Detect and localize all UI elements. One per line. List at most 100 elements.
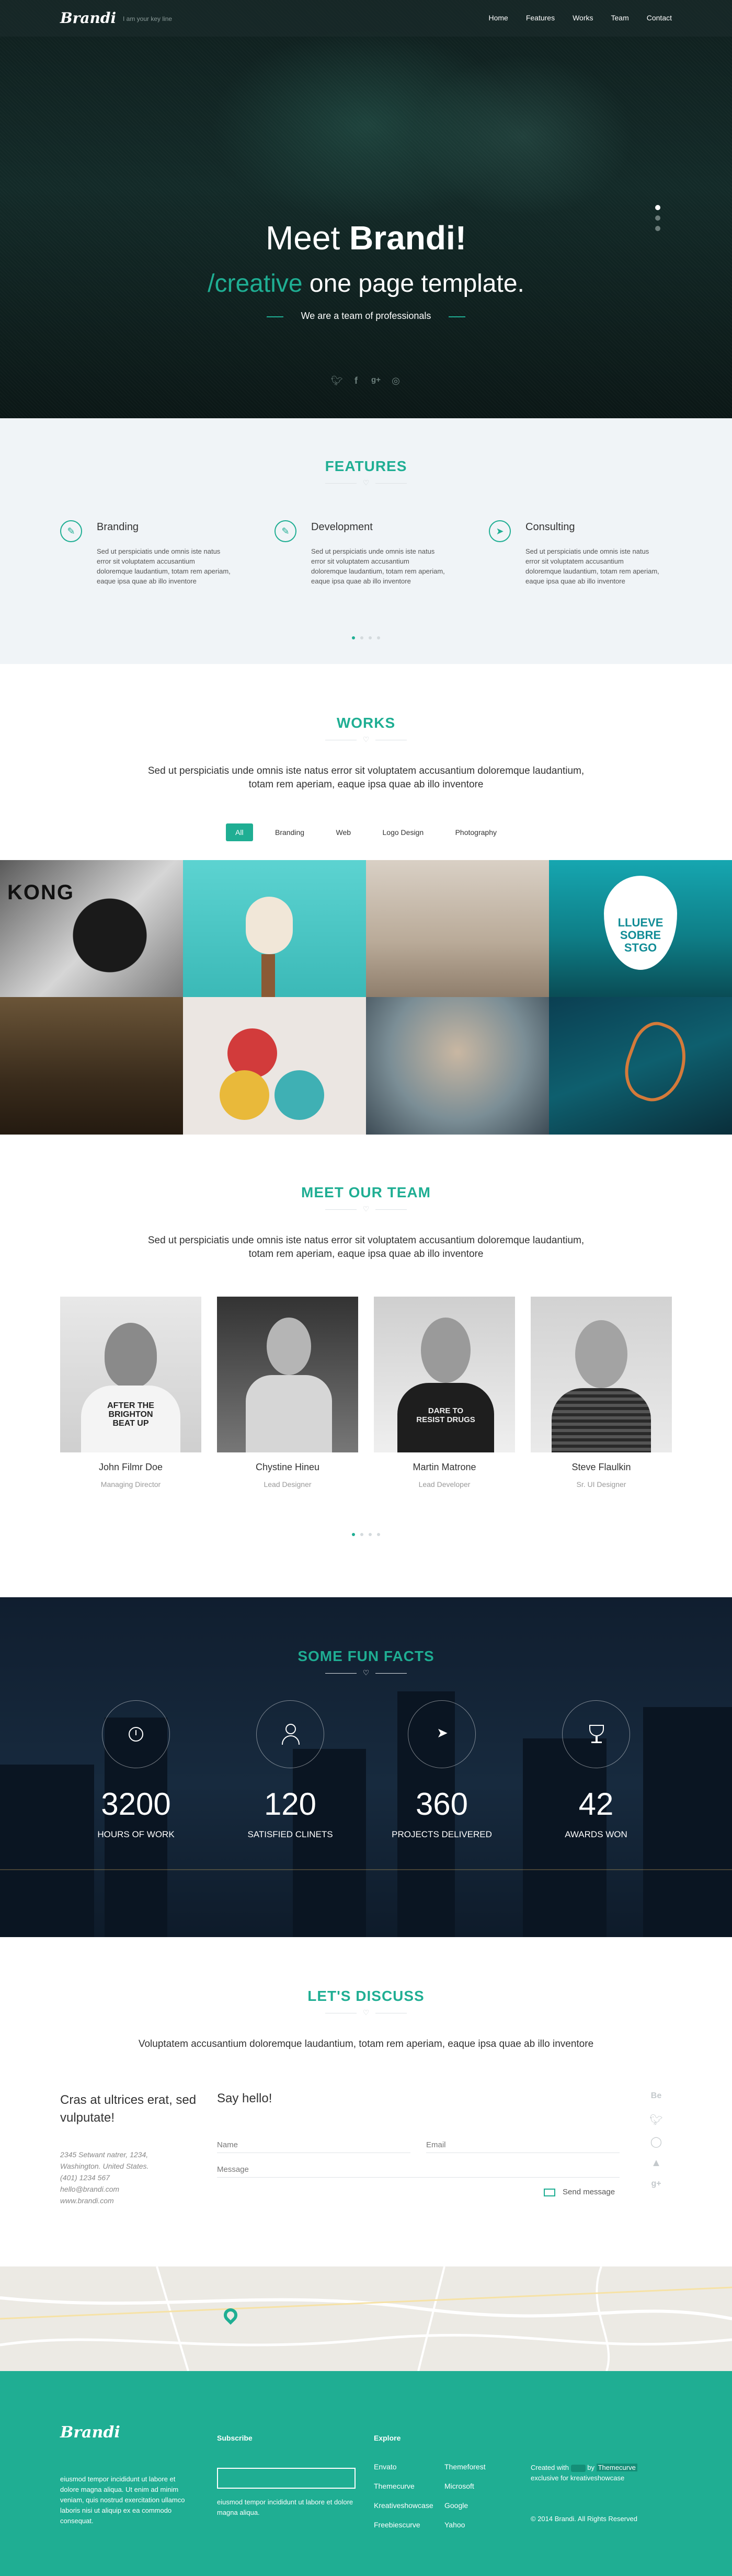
fact-hours: 3200 HOURS OF WORK — [84, 1700, 188, 1840]
name-field[interactable]: Name — [217, 2137, 410, 2153]
page: Brandi I am your key line Home Features … — [0, 0, 732, 2576]
portfolio-item-soldiers[interactable] — [0, 997, 183, 1135]
feature-title: Development — [311, 521, 373, 533]
feature-text: Sed ut perspiciatis unde omnis iste natu… — [97, 547, 231, 585]
portfolio-item-dragon[interactable] — [549, 997, 732, 1135]
feature-text: Sed ut perspiciatis unde omnis iste natu… — [525, 547, 659, 585]
building-shape — [0, 1765, 94, 1937]
footer-link[interactable]: Themeforest — [444, 2463, 486, 2471]
pager-dot[interactable] — [377, 636, 380, 639]
hero-subtitle-rest: one page template. — [302, 270, 524, 297]
logo[interactable]: Brandi — [60, 9, 116, 27]
portfolio-item-pelican[interactable] — [183, 860, 366, 997]
twitter-icon[interactable]: 🐦︎ — [648, 2113, 664, 2135]
team-member[interactable]: Chystine Hineu Lead Designer — [217, 1297, 358, 1489]
tagline: I am your key line — [123, 15, 173, 22]
footer-logo[interactable]: Brandi — [60, 2423, 120, 2442]
facebook-icon[interactable]: f — [351, 375, 361, 386]
filter-web[interactable]: Web — [327, 823, 361, 841]
discuss-title: LET'S DISCUSS — [307, 1988, 425, 2004]
features-title: FEATURES — [325, 458, 407, 474]
subscribe-input[interactable] — [217, 2468, 356, 2489]
filter-branding[interactable]: Branding — [266, 823, 314, 841]
team-member[interactable]: DARE TO RESIST DRUGS Martin Matrone Lead… — [374, 1297, 515, 1489]
rocket-icon: ➤ — [408, 1700, 476, 1768]
team-pager — [0, 1529, 732, 1539]
filter-all[interactable]: All — [226, 823, 253, 841]
nav-link-team[interactable]: Team — [611, 14, 629, 22]
portfolio-item-kong[interactable]: KONG — [0, 860, 183, 997]
filter-logo-design[interactable]: Logo Design — [373, 823, 433, 841]
slider-dot[interactable] — [655, 226, 660, 231]
google-plus-icon[interactable]: g+ — [648, 2179, 664, 2201]
dribbble-icon[interactable]: ◯ — [648, 2135, 664, 2157]
robot-shape — [274, 1070, 324, 1120]
team-lead-2: totam rem aperiam, eaque ipsa quae ab il… — [248, 1249, 484, 1260]
pinterest-icon[interactable]: ◎ — [391, 375, 401, 386]
website-link[interactable]: www.brandi.com — [60, 2195, 148, 2206]
map[interactable] — [0, 2266, 732, 2371]
shirt-text: DARE TO RESIST DRUGS — [416, 1406, 475, 1424]
portfolio-item-poster[interactable]: LLUEVE SOBRE STGO — [549, 860, 732, 997]
pager-dot[interactable] — [369, 1533, 372, 1536]
footer-link[interactable]: Freebiescurve — [374, 2521, 420, 2529]
member-name: Chystine Hineu — [255, 1462, 320, 1472]
envelope-icon — [544, 2188, 555, 2196]
nav-link-works[interactable]: Works — [573, 14, 593, 22]
hero-title-bold: Brandi! — [349, 219, 467, 257]
pager-dot[interactable] — [360, 1533, 363, 1536]
send-message-button[interactable]: Send message — [544, 2188, 615, 2196]
footer-about: eiusmod tempor incididunt ut labore et d… — [60, 2475, 185, 2525]
twitter-icon[interactable]: 🐦︎ — [331, 375, 343, 386]
portfolio-item-portrait[interactable] — [366, 997, 549, 1135]
pager-dot[interactable] — [360, 636, 363, 639]
filter-photography[interactable]: Photography — [446, 823, 506, 841]
fact-value: 360 — [415, 1787, 468, 1822]
nav-link-home[interactable]: Home — [488, 14, 508, 22]
portfolio-grid: KONG LLUEVE SOBRE STGO — [0, 860, 732, 1135]
footer-link[interactable]: Yahoo — [444, 2521, 465, 2529]
robot-shape — [220, 1070, 269, 1120]
email-link[interactable]: hello@brandi.com — [60, 2183, 148, 2195]
poster-line-3: STGO — [624, 941, 657, 954]
address-line: 2345 Setwant natrer, 1234, — [60, 2150, 148, 2159]
address-line: Washington. United States. — [60, 2162, 149, 2170]
portfolio-item-rocks[interactable] — [366, 860, 549, 997]
behance-icon[interactable]: Be — [648, 2091, 664, 2113]
email-field[interactable]: Email — [426, 2137, 620, 2153]
footer-link[interactable]: Envato — [374, 2463, 397, 2471]
nav-link-features[interactable]: Features — [526, 14, 555, 22]
footer-link[interactable]: Themecurve — [374, 2482, 415, 2490]
heart-icon: ♡ — [0, 1205, 732, 1213]
slider-dot[interactable] — [655, 215, 660, 221]
pencil-icon: ✎ — [60, 520, 82, 542]
themecurve-link[interactable]: Themecurve — [596, 2464, 637, 2471]
avatar: AFTER THE BRIGHTON BEAT UP — [60, 1297, 201, 1452]
navbar: Brandi I am your key line Home Features … — [0, 0, 732, 37]
footer-link[interactable]: Google — [444, 2501, 468, 2510]
footer-link[interactable]: Microsoft — [444, 2482, 474, 2490]
hero-subtitle: /creative one page template. — [0, 269, 732, 298]
hero-section: Brandi I am your key line Home Features … — [0, 0, 732, 418]
footer-link[interactable]: Kreativeshowcase — [374, 2501, 433, 2510]
pager-dot[interactable] — [352, 636, 355, 639]
portfolio-item-robots[interactable] — [183, 997, 366, 1135]
pager-dot[interactable] — [369, 636, 372, 639]
features-section — [0, 418, 732, 664]
google-plus-icon[interactable]: g+ — [371, 375, 381, 386]
team-member[interactable]: AFTER THE BRIGHTON BEAT UP John Filmr Do… — [60, 1297, 201, 1489]
avatar: DARE TO RESIST DRUGS — [374, 1297, 515, 1452]
hero-subtitle-accent: /creative — [208, 270, 303, 297]
flickr-icon[interactable]: ▲ — [648, 2157, 664, 2179]
map-roads — [0, 2266, 732, 2371]
nav-link-contact[interactable]: Contact — [647, 14, 672, 22]
message-field[interactable]: Message — [217, 2162, 620, 2178]
fact-clients: 120 SATISFIED CLINETS — [238, 1700, 342, 1840]
hero-socials: 🐦︎ f g+ ◎ — [0, 375, 732, 386]
team-member[interactable]: Steve Flaulkin Sr. UI Designer — [531, 1297, 672, 1489]
fact-value: 3200 — [101, 1787, 171, 1822]
pager-dot[interactable] — [377, 1533, 380, 1536]
form-title: Say hello! — [217, 2091, 272, 2105]
slider-dot[interactable] — [655, 205, 660, 210]
pager-dot[interactable] — [352, 1533, 355, 1536]
